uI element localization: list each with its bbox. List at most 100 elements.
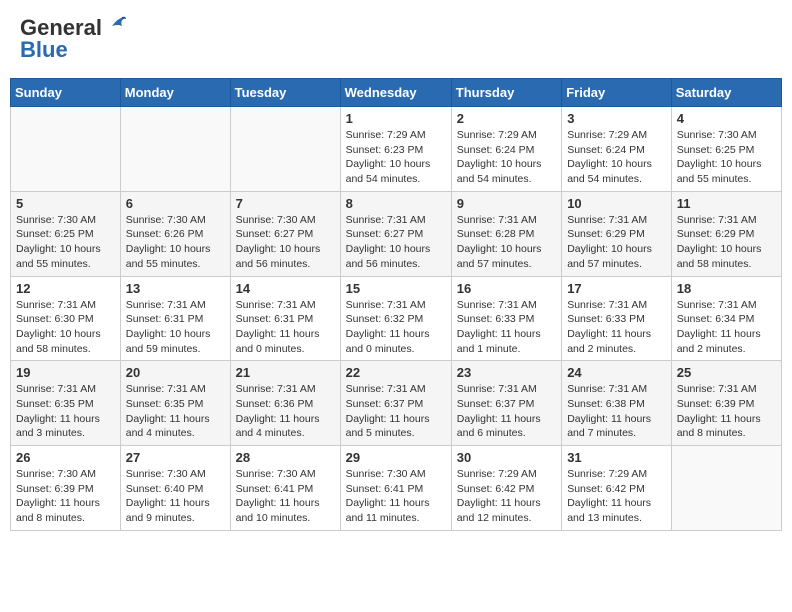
- day-number: 8: [346, 196, 446, 211]
- calendar-week-row: 1 Sunrise: 7:29 AMSunset: 6:23 PMDaylight…: [11, 107, 782, 192]
- day-info: Sunrise: 7:31 AMSunset: 6:31 PMDaylight:…: [126, 298, 225, 357]
- calendar-cell: 18 Sunrise: 7:31 AMSunset: 6:34 PMDayligh…: [671, 276, 781, 361]
- day-info: Sunrise: 7:30 AMSunset: 6:41 PMDaylight:…: [236, 467, 335, 526]
- day-number: 10: [567, 196, 666, 211]
- calendar-cell: 30 Sunrise: 7:29 AMSunset: 6:42 PMDayligh…: [451, 446, 561, 531]
- day-number: 30: [457, 450, 556, 465]
- day-number: 15: [346, 281, 446, 296]
- day-number: 6: [126, 196, 225, 211]
- calendar-header-row: SundayMondayTuesdayWednesdayThursdayFrid…: [11, 79, 782, 107]
- day-number: 28: [236, 450, 335, 465]
- calendar-cell: 15 Sunrise: 7:31 AMSunset: 6:32 PMDayligh…: [340, 276, 451, 361]
- calendar-cell: [11, 107, 121, 192]
- day-number: 27: [126, 450, 225, 465]
- calendar-cell: 1 Sunrise: 7:29 AMSunset: 6:23 PMDaylight…: [340, 107, 451, 192]
- day-number: 14: [236, 281, 335, 296]
- day-number: 21: [236, 365, 335, 380]
- day-number: 16: [457, 281, 556, 296]
- calendar-cell: [671, 446, 781, 531]
- day-info: Sunrise: 7:31 AMSunset: 6:30 PMDaylight:…: [16, 298, 115, 357]
- logo-text-blue: Blue: [20, 37, 68, 63]
- calendar-cell: 14 Sunrise: 7:31 AMSunset: 6:31 PMDayligh…: [230, 276, 340, 361]
- day-number: 11: [677, 196, 776, 211]
- day-number: 31: [567, 450, 666, 465]
- day-header-saturday: Saturday: [671, 79, 781, 107]
- day-number: 7: [236, 196, 335, 211]
- day-header-tuesday: Tuesday: [230, 79, 340, 107]
- day-header-thursday: Thursday: [451, 79, 561, 107]
- day-info: Sunrise: 7:30 AMSunset: 6:40 PMDaylight:…: [126, 467, 225, 526]
- calendar-cell: 9 Sunrise: 7:31 AMSunset: 6:28 PMDaylight…: [451, 191, 561, 276]
- calendar-cell: 8 Sunrise: 7:31 AMSunset: 6:27 PMDaylight…: [340, 191, 451, 276]
- calendar-cell: 2Sunrise: 7:29 AMSunset: 6:24 PMDaylight…: [451, 107, 561, 192]
- day-info: Sunrise: 7:31 AMSunset: 6:35 PMDaylight:…: [16, 382, 115, 441]
- day-number: 25: [677, 365, 776, 380]
- day-info: Sunrise: 7:30 AMSunset: 6:26 PMDaylight:…: [126, 213, 225, 272]
- day-info: Sunrise: 7:31 AMSunset: 6:39 PMDaylight:…: [677, 382, 776, 441]
- day-header-monday: Monday: [120, 79, 230, 107]
- day-info: Sunrise: 7:31 AMSunset: 6:28 PMDaylight:…: [457, 213, 556, 272]
- page-header: General Blue: [10, 10, 782, 68]
- calendar-cell: 25 Sunrise: 7:31 AMSunset: 6:39 PMDayligh…: [671, 361, 781, 446]
- calendar-cell: 12Sunrise: 7:31 AMSunset: 6:30 PMDayligh…: [11, 276, 121, 361]
- calendar-week-row: 19 Sunrise: 7:31 AMSunset: 6:35 PMDayligh…: [11, 361, 782, 446]
- day-info: Sunrise: 7:30 AMSunset: 6:25 PMDaylight:…: [16, 213, 115, 272]
- calendar-cell: 17Sunrise: 7:31 AMSunset: 6:33 PMDayligh…: [562, 276, 672, 361]
- day-info: Sunrise: 7:30 AMSunset: 6:25 PMDaylight:…: [677, 128, 776, 187]
- calendar-cell: 19 Sunrise: 7:31 AMSunset: 6:35 PMDayligh…: [11, 361, 121, 446]
- day-number: 24: [567, 365, 666, 380]
- calendar-cell: 28 Sunrise: 7:30 AMSunset: 6:41 PMDayligh…: [230, 446, 340, 531]
- calendar-table: SundayMondayTuesdayWednesdayThursdayFrid…: [10, 78, 782, 531]
- calendar-cell: 7 Sunrise: 7:30 AMSunset: 6:27 PMDaylight…: [230, 191, 340, 276]
- day-header-wednesday: Wednesday: [340, 79, 451, 107]
- calendar-cell: [230, 107, 340, 192]
- day-number: 22: [346, 365, 446, 380]
- calendar-cell: 22 Sunrise: 7:31 AMSunset: 6:37 PMDayligh…: [340, 361, 451, 446]
- calendar-cell: 23 Sunrise: 7:31 AMSunset: 6:37 PMDayligh…: [451, 361, 561, 446]
- calendar-cell: 5Sunrise: 7:30 AMSunset: 6:25 PMDaylight…: [11, 191, 121, 276]
- day-number: 13: [126, 281, 225, 296]
- calendar-cell: 21 Sunrise: 7:31 AMSunset: 6:36 PMDayligh…: [230, 361, 340, 446]
- day-info: Sunrise: 7:29 AMSunset: 6:42 PMDaylight:…: [457, 467, 556, 526]
- logo-bird-icon: [104, 16, 126, 36]
- calendar-cell: 11 Sunrise: 7:31 AMSunset: 6:29 PMDayligh…: [671, 191, 781, 276]
- day-info: Sunrise: 7:31 AMSunset: 6:32 PMDaylight:…: [346, 298, 446, 357]
- day-info: Sunrise: 7:30 AMSunset: 6:41 PMDaylight:…: [346, 467, 446, 526]
- calendar-cell: 16 Sunrise: 7:31 AMSunset: 6:33 PMDayligh…: [451, 276, 561, 361]
- day-number: 19: [16, 365, 115, 380]
- day-info: Sunrise: 7:31 AMSunset: 6:29 PMDaylight:…: [677, 213, 776, 272]
- day-info: Sunrise: 7:31 AMSunset: 6:37 PMDaylight:…: [346, 382, 446, 441]
- day-info: Sunrise: 7:29 AMSunset: 6:42 PMDaylight:…: [567, 467, 666, 526]
- calendar-cell: 6 Sunrise: 7:30 AMSunset: 6:26 PMDaylight…: [120, 191, 230, 276]
- day-info: Sunrise: 7:31 AMSunset: 6:33 PMDaylight:…: [457, 298, 556, 357]
- calendar-week-row: 12Sunrise: 7:31 AMSunset: 6:30 PMDayligh…: [11, 276, 782, 361]
- calendar-cell: 31 Sunrise: 7:29 AMSunset: 6:42 PMDayligh…: [562, 446, 672, 531]
- day-info: Sunrise: 7:31 AMSunset: 6:38 PMDaylight:…: [567, 382, 666, 441]
- day-number: 26: [16, 450, 115, 465]
- calendar-cell: 24 Sunrise: 7:31 AMSunset: 6:38 PMDayligh…: [562, 361, 672, 446]
- day-info: Sunrise: 7:31 AMSunset: 6:27 PMDaylight:…: [346, 213, 446, 272]
- calendar-week-row: 26 Sunrise: 7:30 AMSunset: 6:39 PMDayligh…: [11, 446, 782, 531]
- day-number: 17: [567, 281, 666, 296]
- calendar-cell: [120, 107, 230, 192]
- calendar-cell: 20Sunrise: 7:31 AMSunset: 6:35 PMDayligh…: [120, 361, 230, 446]
- calendar-cell: 29Sunrise: 7:30 AMSunset: 6:41 PMDayligh…: [340, 446, 451, 531]
- day-info: Sunrise: 7:29 AMSunset: 6:23 PMDaylight:…: [346, 128, 446, 187]
- day-number: 9: [457, 196, 556, 211]
- day-header-sunday: Sunday: [11, 79, 121, 107]
- day-number: 23: [457, 365, 556, 380]
- calendar-cell: 4Sunrise: 7:30 AMSunset: 6:25 PMDaylight…: [671, 107, 781, 192]
- day-header-friday: Friday: [562, 79, 672, 107]
- day-info: Sunrise: 7:31 AMSunset: 6:35 PMDaylight:…: [126, 382, 225, 441]
- day-info: Sunrise: 7:31 AMSunset: 6:31 PMDaylight:…: [236, 298, 335, 357]
- day-number: 18: [677, 281, 776, 296]
- day-info: Sunrise: 7:29 AMSunset: 6:24 PMDaylight:…: [567, 128, 666, 187]
- day-info: Sunrise: 7:31 AMSunset: 6:36 PMDaylight:…: [236, 382, 335, 441]
- day-info: Sunrise: 7:31 AMSunset: 6:34 PMDaylight:…: [677, 298, 776, 357]
- day-info: Sunrise: 7:29 AMSunset: 6:24 PMDaylight:…: [457, 128, 556, 187]
- calendar-cell: 10Sunrise: 7:31 AMSunset: 6:29 PMDayligh…: [562, 191, 672, 276]
- day-info: Sunrise: 7:31 AMSunset: 6:37 PMDaylight:…: [457, 382, 556, 441]
- day-info: Sunrise: 7:30 AMSunset: 6:39 PMDaylight:…: [16, 467, 115, 526]
- day-number: 1: [346, 111, 446, 126]
- day-info: Sunrise: 7:30 AMSunset: 6:27 PMDaylight:…: [236, 213, 335, 272]
